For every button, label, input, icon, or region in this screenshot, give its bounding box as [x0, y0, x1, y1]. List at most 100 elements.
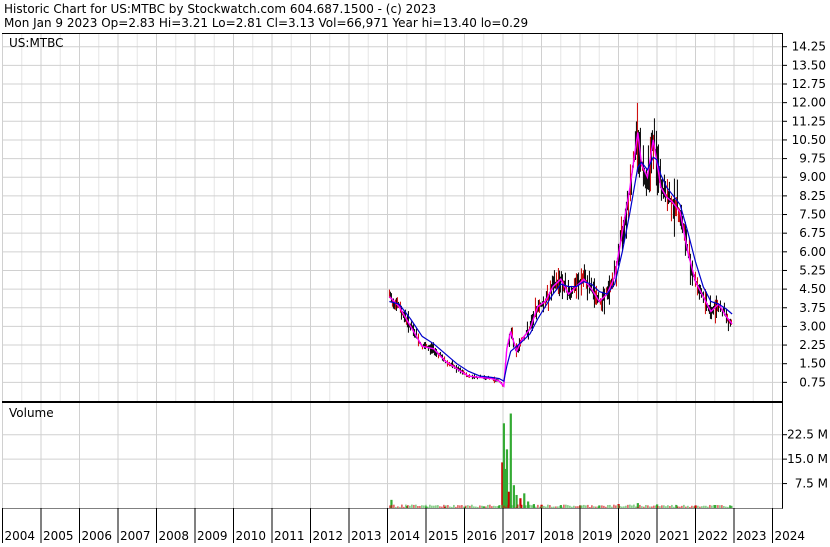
volume-bar-minor	[655, 505, 657, 508]
volume-bar-minor	[613, 504, 615, 508]
volume-bar-minor	[505, 506, 507, 508]
price-y-tick-label: 3.00	[799, 319, 826, 333]
price-y-tick-label: 4.50	[799, 282, 826, 296]
volume-bar-minor	[471, 504, 473, 508]
header-line-2: Mon Jan 9 2023 Op=2.83 Hi=3.21 Lo=2.81 C…	[4, 16, 528, 30]
volume-bar-minor	[673, 506, 675, 508]
volume-bar-minor	[439, 506, 441, 508]
volume-bar-minor	[597, 506, 599, 508]
price-y-tick-label: 6.75	[799, 226, 826, 240]
volume-bar-minor	[421, 505, 423, 508]
volume-bar-minor	[691, 505, 693, 508]
volume-bar-minor	[517, 504, 519, 508]
volume-bar-minor	[693, 506, 695, 508]
volume-bar-minor	[663, 505, 665, 508]
volume-bar-minor	[581, 505, 583, 508]
volume-bar-minor	[465, 505, 467, 508]
volume-bar-minor	[723, 505, 725, 508]
volume-bar-minor	[707, 506, 709, 508]
volume-bar-minor	[683, 504, 685, 508]
x-tick-label: 2018	[544, 529, 575, 543]
volume-bar-minor	[395, 506, 397, 508]
volume-bar-minor	[399, 506, 401, 508]
volume-bar-minor	[591, 505, 593, 508]
volume-bar-minor	[493, 505, 495, 508]
price-y-tick-label: 0.75	[799, 375, 826, 389]
volume-bar-minor	[503, 505, 505, 508]
volume-bar-minor	[705, 505, 707, 508]
volume-bar-minor	[579, 505, 581, 508]
volume-bar-minor	[417, 506, 419, 508]
volume-bar-minor	[583, 504, 585, 508]
volume-bar-minor	[565, 504, 567, 508]
volume-bar-minor	[461, 505, 463, 508]
volume-bar-minor	[709, 504, 711, 508]
volume-bar-minor	[595, 506, 597, 508]
volume-bar-minor	[491, 506, 493, 508]
volume-panel	[2, 402, 783, 509]
x-tick-label: 2014	[390, 529, 421, 543]
volume-bar-minor	[411, 504, 413, 508]
volume-bar-minor	[445, 505, 447, 508]
volume-bar-minor	[537, 504, 539, 508]
volume-bar-minor	[599, 506, 601, 508]
x-tick-label: 2004	[5, 529, 36, 543]
x-tick-label: 2016	[467, 529, 498, 543]
volume-bar-minor	[679, 506, 681, 508]
volume-y-tick-label: 22.5 M	[787, 428, 828, 442]
header-line-1: Historic Chart for US:MTBC by Stockwatch…	[4, 2, 436, 16]
volume-bar-minor	[467, 505, 469, 508]
volume-bar-minor	[509, 506, 511, 508]
x-tick-label: 2015	[428, 529, 459, 543]
volume-bar-minor	[621, 506, 623, 508]
volume-bar-minor	[495, 506, 497, 508]
volume-bar-minor	[463, 506, 465, 508]
volume-bar-minor	[635, 506, 637, 508]
volume-bar-minor	[475, 506, 477, 508]
volume-bar-minor	[483, 506, 485, 508]
volume-bar-minor	[501, 504, 503, 508]
volume-bar-minor	[423, 505, 425, 508]
volume-bar-minor	[617, 505, 619, 508]
volume-bar-minor	[689, 506, 691, 508]
volume-bar-minor	[413, 504, 415, 508]
volume-bar-minor	[437, 505, 439, 508]
volume-panel-title: Volume	[9, 406, 54, 420]
volume-bar-minor	[573, 505, 575, 508]
volume-bar-minor	[481, 505, 483, 508]
x-tick-label: 2007	[120, 529, 151, 543]
x-tick-label: 2013	[351, 529, 382, 543]
volume-bar-minor	[697, 505, 699, 508]
volume-bar-minor	[389, 505, 391, 508]
volume-y-tick-label: 7.5 M	[795, 477, 828, 491]
volume-bar-minor	[487, 504, 489, 508]
volume-bar-minor	[435, 505, 437, 508]
volume-bar-minor	[567, 505, 569, 508]
volume-bar-minor	[515, 506, 517, 508]
volume-bar-minor	[457, 505, 459, 508]
volume-bar-minor	[543, 505, 545, 508]
price-y-tick-label: 12.00	[792, 96, 826, 110]
volume-bar-minor	[527, 506, 529, 508]
x-tick-label: 2024	[775, 529, 806, 543]
volume-bar-minor	[729, 504, 731, 508]
volume-bar-minor	[539, 506, 541, 508]
x-tick-label: 2019	[582, 529, 613, 543]
x-tick-label: 2022	[698, 529, 729, 543]
volume-bar-minor	[513, 505, 515, 508]
volume-bar-minor	[393, 504, 395, 508]
volume-bar-minor	[623, 506, 625, 508]
volume-bar-minor	[525, 505, 527, 508]
x-tick-label: 2009	[197, 529, 228, 543]
volume-bar-minor	[459, 505, 461, 508]
volume-bar-minor	[641, 506, 643, 508]
volume-bar-minor	[447, 505, 449, 508]
x-tick-label: 2010	[236, 529, 267, 543]
volume-bar-minor	[725, 506, 727, 508]
volume-bar-minor	[489, 504, 491, 508]
volume-bar-minor	[587, 504, 589, 508]
volume-bar-minor	[593, 506, 595, 508]
volume-bar-minor	[651, 506, 653, 508]
volume-bar-minor	[469, 505, 471, 508]
x-tick-label: 2021	[659, 529, 690, 543]
